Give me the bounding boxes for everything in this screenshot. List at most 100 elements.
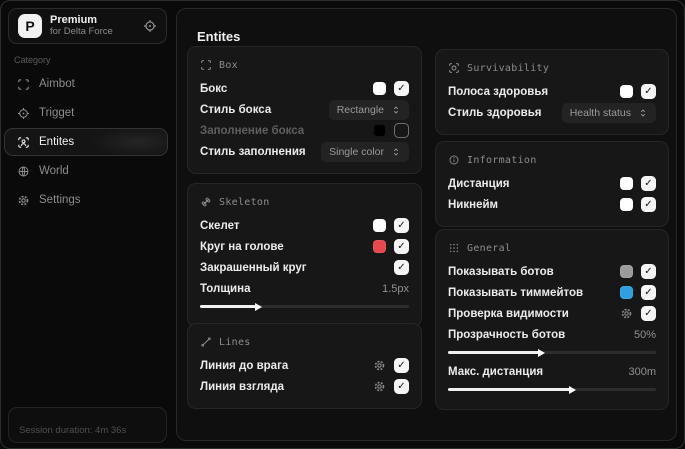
color-swatch[interactable] — [373, 219, 386, 232]
setting-row-thickness: Толщина 1.5px — [200, 278, 409, 299]
setting-label: Проверка видимости — [448, 307, 569, 320]
checkbox[interactable] — [641, 197, 656, 212]
checkbox[interactable] — [394, 358, 409, 373]
page-title: Entites — [197, 29, 241, 44]
color-swatch[interactable] — [620, 177, 633, 190]
category-label: Category — [14, 55, 51, 65]
slider-thumb[interactable] — [537, 348, 545, 357]
bone-icon — [200, 196, 212, 208]
color-swatch[interactable] — [620, 286, 633, 299]
card-general-header: General — [448, 240, 656, 256]
card-header-label: Information — [467, 154, 537, 166]
slider-fill — [448, 348, 545, 357]
card-lines-header: Lines — [200, 334, 409, 350]
checkbox[interactable] — [641, 176, 656, 191]
session-card: Session duration: 4m 36s — [8, 407, 167, 443]
chevron-updown-icon — [638, 108, 648, 118]
setting-label: Никнейм — [448, 198, 499, 211]
setting-label: Толщина — [200, 282, 251, 295]
sidebar-item-trigget[interactable]: Trigget — [4, 99, 168, 127]
health-style-dropdown[interactable]: Health status — [561, 102, 656, 123]
checkbox[interactable] — [641, 285, 656, 300]
color-swatch[interactable] — [620, 85, 633, 98]
setting-row-box-fill: Заполнение бокса — [200, 120, 409, 141]
viewfinder-icon — [200, 59, 212, 71]
slider-fill — [448, 385, 576, 394]
checkbox[interactable] — [394, 81, 409, 96]
person-scan-icon — [17, 136, 30, 149]
checkbox[interactable] — [641, 84, 656, 99]
gear-icon[interactable] — [373, 380, 386, 393]
checkbox[interactable] — [394, 218, 409, 233]
setting-label: Закрашенный круг — [200, 261, 307, 274]
brand-logo-letter: P — [25, 18, 35, 34]
checkbox[interactable] — [394, 260, 409, 275]
setting-row-view-line: Линия взгляда — [200, 376, 409, 397]
brand-logo: P — [18, 14, 42, 38]
card-information: Information Дистанция Никнейм — [435, 141, 669, 227]
setting-row-health-bar: Полоса здоровья — [448, 81, 656, 102]
slider-fill — [200, 302, 262, 311]
color-swatch[interactable] — [373, 124, 386, 137]
crosshair-status-icon[interactable] — [143, 19, 157, 33]
card-skeleton-header: Skeleton — [200, 194, 409, 210]
viewfinder-icon — [17, 78, 30, 91]
setting-label: Линия взгляда — [200, 380, 285, 393]
setting-row-fill-style: Стиль заполнения Single color — [200, 141, 409, 162]
sidebar-item-label: Settings — [39, 194, 81, 206]
card-header-label: Box — [219, 59, 238, 71]
setting-row-max-distance: Макс. дистанция 300m — [448, 361, 656, 382]
setting-label: Бокс — [200, 82, 228, 95]
sidebar-item-entites[interactable]: Entites — [4, 128, 168, 156]
info-icon — [448, 154, 460, 166]
max-distance-slider[interactable] — [448, 385, 656, 394]
checkbox[interactable] — [394, 239, 409, 254]
box-style-dropdown[interactable]: Rectangle — [328, 99, 409, 120]
color-swatch[interactable] — [620, 265, 633, 278]
slider-thumb[interactable] — [568, 385, 576, 394]
thickness-slider[interactable] — [200, 302, 409, 311]
setting-label: Круг на голове — [200, 240, 284, 253]
slider-value: 50% — [633, 328, 656, 341]
color-swatch[interactable] — [373, 240, 386, 253]
line-icon — [200, 336, 212, 348]
checkbox[interactable] — [641, 264, 656, 279]
bot-opacity-slider[interactable] — [448, 348, 656, 357]
gear-icon[interactable] — [373, 359, 386, 372]
sidebar-item-settings[interactable]: Settings — [4, 186, 168, 214]
scan-circle-icon — [448, 62, 460, 74]
color-swatch[interactable] — [373, 82, 386, 95]
setting-row-show-bots: Показывать ботов — [448, 261, 656, 282]
slider-thumb[interactable] — [254, 302, 262, 311]
sidebar-item-label: World — [39, 165, 69, 177]
setting-row-distance: Дистанция — [448, 173, 656, 194]
checkbox[interactable] — [394, 379, 409, 394]
card-box-header: Box — [200, 57, 409, 73]
setting-row-box: Бокс — [200, 78, 409, 99]
session-duration: Session duration: 4m 36s — [19, 425, 127, 436]
dropdown-value: Health status — [569, 106, 631, 119]
setting-label: Заполнение бокса — [200, 124, 305, 137]
sidebar-item-label: Aimbot — [39, 78, 75, 90]
card-box: Box Бокс Стиль бокса Rectangle Заполнени… — [187, 46, 422, 174]
setting-label: Показывать ботов — [448, 265, 554, 278]
globe-icon — [17, 165, 30, 178]
sidebar-item-aimbot[interactable]: Aimbot — [4, 70, 168, 98]
gear-icon[interactable] — [620, 307, 633, 320]
sidebar-nav: Aimbot Trigget Entites World Settings — [4, 70, 168, 215]
thickness-slider-group: Толщина 1.5px — [200, 278, 409, 311]
fill-style-dropdown[interactable]: Single color — [321, 141, 409, 162]
checkbox[interactable] — [641, 306, 656, 321]
chevron-updown-icon — [391, 105, 401, 115]
checkbox[interactable] — [394, 123, 409, 138]
setting-label: Линия до врага — [200, 359, 289, 372]
dropdown-value: Single color — [329, 145, 384, 158]
color-swatch[interactable] — [620, 198, 633, 211]
sidebar-item-label: Trigget — [39, 107, 75, 119]
setting-label: Дистанция — [448, 177, 510, 190]
setting-label: Прозрачность ботов — [448, 328, 566, 341]
setting-row-head-circle: Круг на голове — [200, 236, 409, 257]
grid-dots-icon — [448, 242, 460, 254]
sidebar-item-world[interactable]: World — [4, 157, 168, 185]
card-survivability: Survivability Полоса здоровья Стиль здор… — [435, 49, 669, 135]
